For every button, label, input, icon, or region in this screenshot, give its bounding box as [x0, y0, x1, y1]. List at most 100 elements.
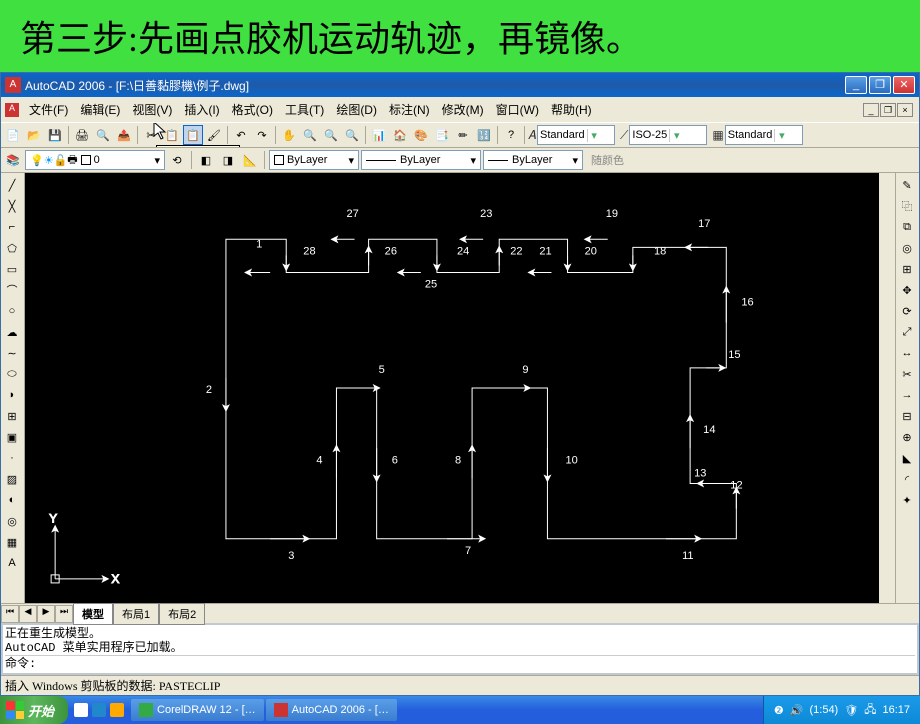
menu-format[interactable]: 格式(O) [226, 99, 279, 120]
tab-next[interactable]: ▶ [37, 605, 55, 623]
open-button[interactable]: 📂 [24, 125, 44, 145]
tab-last[interactable]: ⏭ [55, 605, 73, 623]
taskbar-autocad[interactable]: AutoCAD 2006 - [… [266, 699, 397, 721]
sheetset-button[interactable]: 📑 [432, 125, 452, 145]
calc-button[interactable]: 🔢 [474, 125, 494, 145]
copy-button[interactable]: 📋 [162, 125, 182, 145]
preview-button[interactable]: 🔍 [93, 125, 113, 145]
gradient-tool[interactable]: ◐ [2, 490, 22, 510]
pline-tool[interactable]: ⌐ [2, 217, 22, 237]
table-style-dropdown[interactable]: Standard▾ [725, 125, 803, 145]
matchprop-button[interactable]: 🖌 [204, 125, 224, 145]
cut-button[interactable]: ✂ [141, 125, 161, 145]
layer-tool1[interactable]: ◧ [196, 150, 216, 170]
ellipsearc-tool[interactable]: ◗ [2, 385, 22, 405]
array-tool[interactable]: ⊞ [897, 259, 917, 279]
xline-tool[interactable]: ╳ [2, 196, 22, 216]
quicklaunch-icon-3[interactable] [110, 703, 124, 717]
start-button[interactable]: 开始 [0, 696, 68, 724]
zoom-prev-button[interactable]: 🔍 [342, 125, 362, 145]
rotate-tool[interactable]: ⟳ [897, 301, 917, 321]
offset-tool[interactable]: ◎ [897, 238, 917, 258]
publish-button[interactable]: 📤 [114, 125, 134, 145]
zoom-rt-button[interactable]: 🔍 [300, 125, 320, 145]
save-button[interactable]: 💾 [45, 125, 65, 145]
layer-prev-button[interactable]: ⟲ [167, 150, 187, 170]
scale-tool[interactable]: ⤢ [897, 322, 917, 342]
dim-style-dropdown[interactable]: ISO-25▾ [629, 125, 707, 145]
insert-tool[interactable]: ⊞ [2, 406, 22, 426]
tray-volume-icon[interactable]: 🔊 [790, 704, 804, 717]
dcenter-button[interactable]: 🏠 [390, 125, 410, 145]
layer-tool3[interactable]: 📐 [240, 150, 260, 170]
tab-model[interactable]: 模型 [73, 603, 113, 625]
toolpal-button[interactable]: 🎨 [411, 125, 431, 145]
mdi-restore[interactable]: ❐ [880, 103, 896, 117]
trim-tool[interactable]: ✂ [897, 364, 917, 384]
layer-dropdown[interactable]: 💡☀🔓🖶 0 ▾ [25, 150, 165, 170]
rect-tool[interactable]: ▭ [2, 259, 22, 279]
quicklaunch-icon[interactable] [74, 703, 88, 717]
vertical-scrollbar[interactable] [879, 173, 895, 603]
redo-button[interactable]: ↷ [252, 125, 272, 145]
move-tool[interactable]: ✥ [897, 280, 917, 300]
arc-tool[interactable]: ⌒ [2, 280, 22, 300]
tray-net-icon[interactable]: 🖧 [864, 701, 876, 720]
zoom-win-button[interactable]: 🔍 [321, 125, 341, 145]
region-tool[interactable]: ◎ [2, 511, 22, 531]
close-button[interactable]: ✕ [893, 76, 915, 94]
horizontal-scrollbar[interactable] [205, 606, 919, 622]
revcloud-tool[interactable]: ☁ [2, 322, 22, 342]
stretch-tool[interactable]: ↔ [897, 343, 917, 363]
help-button[interactable]: ? [501, 125, 521, 145]
menu-window[interactable]: 窗口(W) [490, 99, 545, 120]
erase-tool[interactable]: ✎ [897, 175, 917, 195]
mdi-close[interactable]: × [897, 103, 913, 117]
menu-dimension[interactable]: 标注(N) [383, 99, 436, 120]
menu-help[interactable]: 帮助(H) [545, 99, 598, 120]
layer-tool2[interactable]: ◨ [218, 150, 238, 170]
tray-shield-icon[interactable]: 🛡 [844, 704, 858, 717]
properties-button[interactable]: 📊 [369, 125, 389, 145]
chamfer-tool[interactable]: ◣ [897, 448, 917, 468]
minimize-button[interactable]: _ [845, 76, 867, 94]
menu-file[interactable]: 文件(F) [23, 99, 74, 120]
menu-tools[interactable]: 工具(T) [279, 99, 330, 120]
explode-tool[interactable]: ✦ [897, 490, 917, 510]
ellipse-tool[interactable]: ⬭ [2, 364, 22, 384]
tab-layout2[interactable]: 布局2 [159, 603, 205, 625]
quicklaunch-icon-2[interactable] [92, 703, 106, 717]
fillet-tool[interactable]: ◜ [897, 469, 917, 489]
join-tool[interactable]: ⊕ [897, 427, 917, 447]
tab-layout1[interactable]: 布局1 [113, 603, 159, 625]
paste-button[interactable]: 📋 [183, 125, 203, 145]
new-button[interactable]: 📄 [3, 125, 23, 145]
menu-edit[interactable]: 编辑(E) [74, 99, 126, 120]
hatch-tool[interactable]: ▨ [2, 469, 22, 489]
mdi-minimize[interactable]: _ [863, 103, 879, 117]
taskbar-coreldraw[interactable]: CorelDRAW 12 - [… [131, 699, 264, 721]
markup-button[interactable]: ✏ [453, 125, 473, 145]
menu-draw[interactable]: 绘图(D) [330, 99, 383, 120]
line-tool[interactable]: ╱ [2, 175, 22, 195]
drawing-canvas[interactable]: 1234567891011121314151617181920212223242… [25, 173, 879, 603]
menu-insert[interactable]: 插入(I) [178, 99, 225, 120]
layerprops-button[interactable]: 📚 [3, 150, 23, 170]
undo-button[interactable]: ↶ [231, 125, 251, 145]
linetype-dropdown[interactable]: ByLayer▾ [361, 150, 481, 170]
point-tool[interactable]: · [2, 448, 22, 468]
circle-tool[interactable]: ○ [2, 301, 22, 321]
table-tool[interactable]: ▦ [2, 532, 22, 552]
tray-clock[interactable]: 16:17 [882, 704, 910, 716]
menu-view[interactable]: 视图(V) [126, 99, 178, 120]
copy-tool[interactable]: ⿻ [897, 196, 917, 216]
block-tool[interactable]: ▣ [2, 427, 22, 447]
menu-modify[interactable]: 修改(M) [436, 99, 490, 120]
print-button[interactable]: 🖨 [72, 125, 92, 145]
break-tool[interactable]: ⊟ [897, 406, 917, 426]
extend-tool[interactable]: → [897, 385, 917, 405]
tab-prev[interactable]: ◀ [19, 605, 37, 623]
mirror-tool[interactable]: ⧉ [897, 217, 917, 237]
tab-first[interactable]: ⏮ [1, 605, 19, 623]
spline-tool[interactable]: ∼ [2, 343, 22, 363]
